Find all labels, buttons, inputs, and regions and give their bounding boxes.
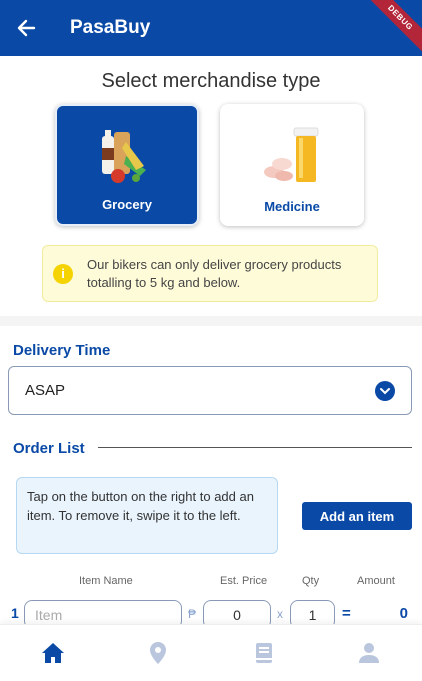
notice-text: Our bikers can only deliver grocery prod… — [87, 256, 342, 290]
row-index: 1 — [11, 605, 19, 621]
add-item-button[interactable]: Add an item — [302, 502, 412, 530]
grocery-icon — [102, 130, 146, 183]
home-icon — [41, 643, 64, 663]
order-help-box: Tap on the button on the right to add an… — [16, 477, 278, 554]
row-amount: 0 — [399, 605, 408, 622]
weight-notice: i Our bikers can only deliver grocery pr… — [42, 245, 378, 302]
medicine-icon — [264, 127, 319, 182]
medicine-option[interactable]: Medicine — [220, 104, 364, 226]
delivery-time-value: ASAP — [25, 382, 66, 399]
nav-book[interactable] — [211, 625, 317, 681]
app-title: PasaBuy — [70, 17, 151, 38]
section-divider — [0, 316, 422, 326]
bottom-nav — [0, 624, 422, 681]
grocery-option[interactable]: Grocery — [55, 104, 199, 226]
order-list-rule — [98, 447, 412, 448]
delivery-time-label: Delivery Time — [13, 342, 111, 359]
chevron-down-icon — [375, 380, 395, 401]
peso-symbol: ₱ — [188, 607, 197, 621]
nav-profile[interactable] — [317, 625, 422, 681]
app-bar: PasaBuy DEBUG — [0, 0, 422, 60]
col-qty: Qty — [302, 575, 320, 587]
app-screen: PasaBuy DEBUG Select merchandise type Gr… — [0, 0, 422, 681]
back-button[interactable] — [0, 0, 52, 56]
col-est-price: Est. Price — [220, 575, 268, 587]
grocery-label: Grocery — [102, 197, 152, 212]
arrow-left-icon — [17, 19, 36, 37]
nav-home[interactable] — [0, 625, 106, 681]
info-icon: i — [53, 263, 73, 284]
times-symbol: x — [277, 607, 283, 621]
equals-symbol: = — [342, 605, 351, 622]
merchandise-heading: Select merchandise type — [101, 70, 321, 92]
delivery-time-select[interactable]: ASAP — [8, 366, 412, 415]
col-item-name: Item Name — [79, 575, 133, 587]
debug-banner: DEBUG — [358, 0, 422, 60]
location-icon — [150, 642, 167, 664]
person-icon — [359, 643, 380, 663]
book-icon — [255, 643, 272, 663]
nav-location[interactable] — [106, 625, 212, 681]
order-list-label: Order List — [13, 440, 85, 457]
col-amount: Amount — [357, 575, 395, 587]
medicine-label: Medicine — [264, 199, 320, 214]
